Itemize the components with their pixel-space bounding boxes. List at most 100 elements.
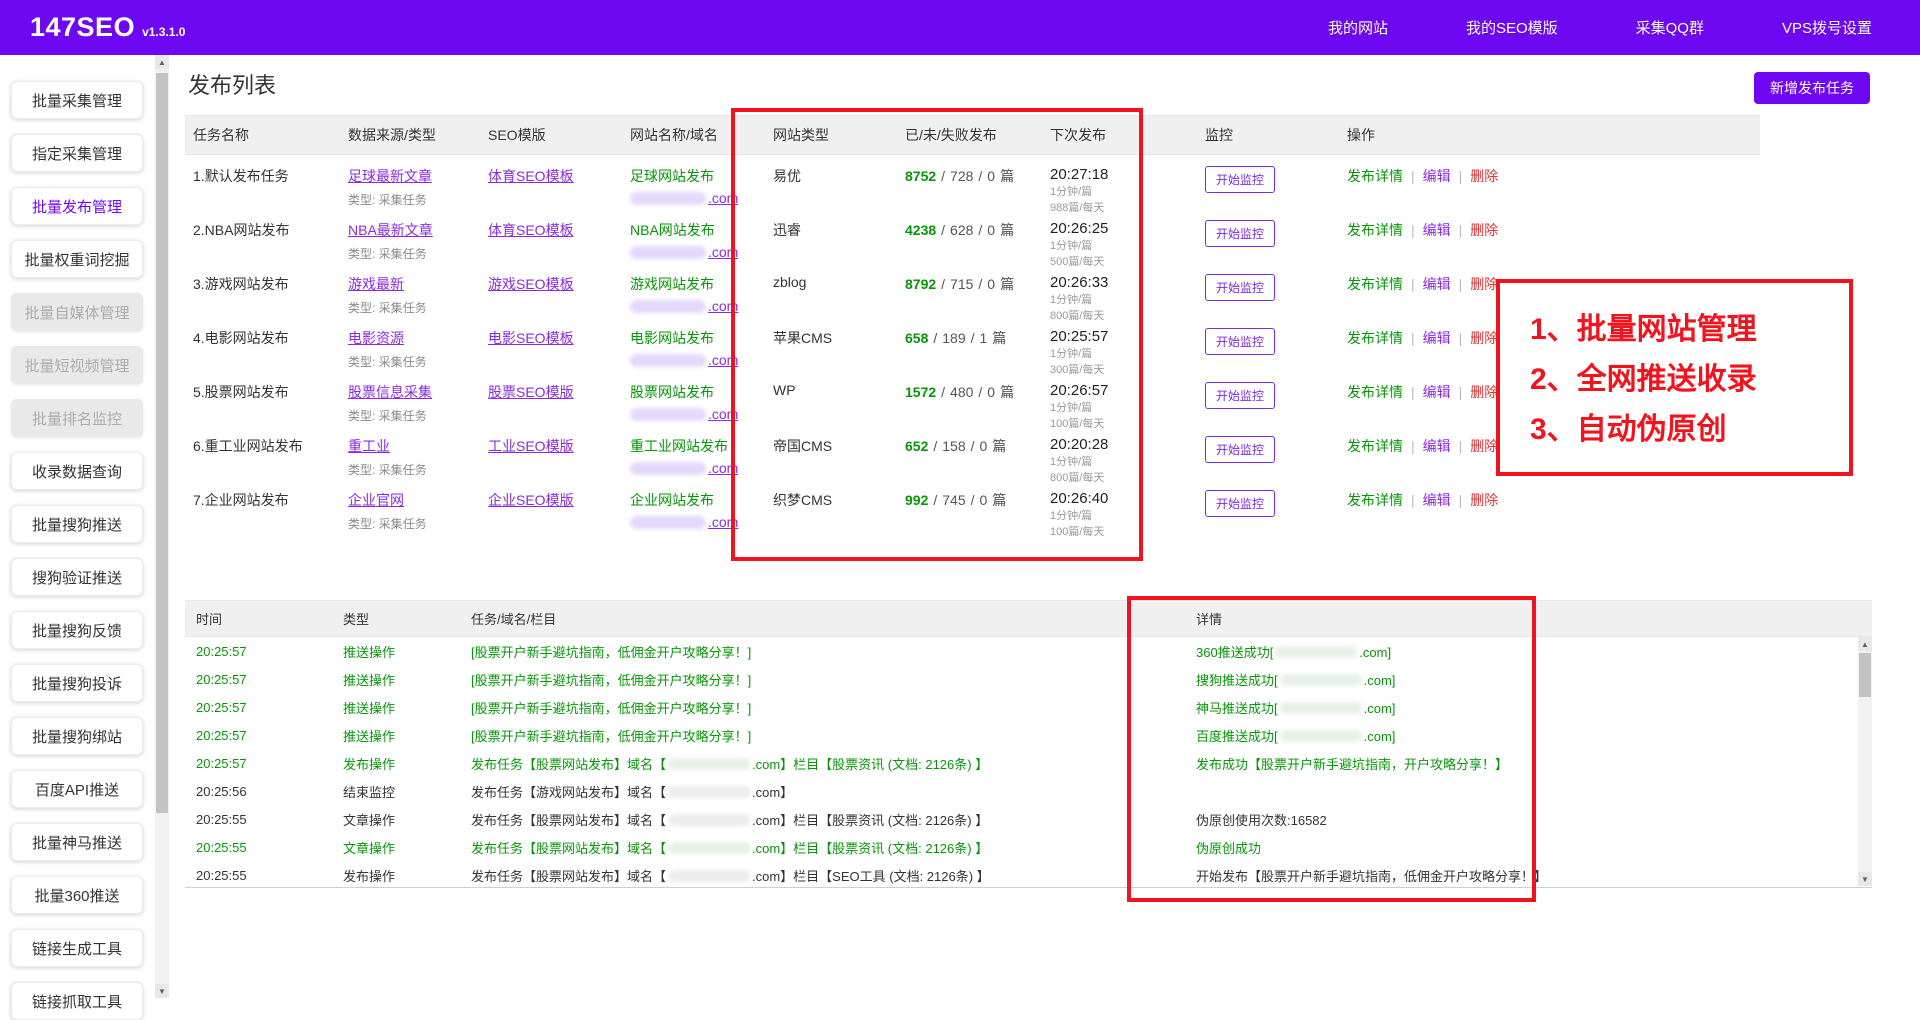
seo-template-link[interactable]: 体育SEO模板 <box>488 222 574 238</box>
sidebar-item-sogou-complaint[interactable]: 批量搜狗投诉 <box>11 664 143 702</box>
publish-details-link[interactable]: 发布详情 <box>1347 168 1403 184</box>
data-source-link[interactable]: 股票信息采集 <box>348 384 432 400</box>
log-row: 20:25:55 文章操作 发布任务【股票网站发布】域名【.com】栏目【股票资… <box>185 805 1872 833</box>
delete-link[interactable]: 删除 <box>1470 384 1498 400</box>
delete-link[interactable]: 删除 <box>1470 330 1498 346</box>
redacted-domain <box>630 354 706 367</box>
publish-details-link[interactable]: 发布详情 <box>1347 222 1403 238</box>
start-monitor-button[interactable]: 开始监控 <box>1205 436 1275 463</box>
sidebar-item-sogou-verify-push[interactable]: 搜狗验证推送 <box>11 558 143 596</box>
site-domain-link[interactable]: .com <box>630 190 757 206</box>
edit-link[interactable]: 编辑 <box>1423 384 1451 400</box>
log-row: 20:25:57 推送操作 [股票开户新手避坑指南，低佣金开户攻略分享！] 神马… <box>185 693 1872 721</box>
site-domain-link[interactable]: .com <box>630 514 757 530</box>
sidebar-item-keyword-mining[interactable]: 批量权重词挖掘 <box>11 240 143 278</box>
sidebar-item-index-query[interactable]: 收录数据查询 <box>11 452 143 490</box>
data-source-link[interactable]: 企业官网 <box>348 492 404 508</box>
sidebar-item-sogou-feedback[interactable]: 批量搜狗反馈 <box>11 611 143 649</box>
sidebar-item-baidu-api-push[interactable]: 百度API推送 <box>11 770 143 808</box>
publish-details-link[interactable]: 发布详情 <box>1347 438 1403 454</box>
next-publish: 20:26:571分钟/篇100篇/每天 <box>1042 371 1197 431</box>
scroll-down-icon[interactable]: ▼ <box>155 984 169 998</box>
scroll-up-icon[interactable]: ▲ <box>1858 637 1872 651</box>
sidebar-item-batch-publish[interactable]: 批量发布管理 <box>11 187 143 225</box>
site-domain-link[interactable]: .com <box>630 298 757 314</box>
redacted-domain <box>630 246 706 259</box>
data-source-link[interactable]: 游戏最新 <box>348 276 404 292</box>
site-name: 电影网站发布 <box>630 328 757 348</box>
edit-link[interactable]: 编辑 <box>1423 438 1451 454</box>
seo-template-link[interactable]: 游戏SEO模板 <box>488 276 574 292</box>
scroll-up-icon[interactable]: ▲ <box>155 55 169 69</box>
start-monitor-button[interactable]: 开始监控 <box>1205 274 1275 301</box>
sidebar-item-sogou-bind[interactable]: 批量搜狗绑站 <box>11 717 143 755</box>
nav-my-websites[interactable]: 我的网站 <box>1318 10 1398 45</box>
seo-template-link[interactable]: 电影SEO模板 <box>488 330 574 346</box>
sidebar-item-shenma-push[interactable]: 批量神马推送 <box>11 823 143 861</box>
sidebar-item-batch-collect[interactable]: 批量采集管理 <box>11 81 143 119</box>
next-publish: 20:27:181分钟/篇988篇/每天 <box>1042 155 1197 215</box>
next-publish: 20:26:251分钟/篇500篇/每天 <box>1042 209 1197 269</box>
scroll-down-icon[interactable]: ▼ <box>1858 872 1872 886</box>
data-source-link[interactable]: 重工业 <box>348 438 390 454</box>
seo-template-link[interactable]: 体育SEO模板 <box>488 168 574 184</box>
delete-link[interactable]: 删除 <box>1470 438 1498 454</box>
start-monitor-button[interactable]: 开始监控 <box>1205 490 1275 517</box>
log-scrollbar-thumb[interactable] <box>1859 653 1871 697</box>
redacted-domain <box>1280 730 1362 742</box>
col-data-source: 数据来源/类型 <box>340 125 480 145</box>
publish-details-link[interactable]: 发布详情 <box>1347 384 1403 400</box>
start-monitor-button[interactable]: 开始监控 <box>1205 220 1275 247</box>
data-source-link[interactable]: 电影资源 <box>348 330 404 346</box>
table-row: 2.NBA网站发布 NBA最新文章类型: 采集任务 体育SEO模板 NBA网站发… <box>185 209 1760 263</box>
data-source-link[interactable]: 足球最新文章 <box>348 168 432 184</box>
edit-link[interactable]: 编辑 <box>1423 330 1451 346</box>
publish-details-link[interactable]: 发布详情 <box>1347 492 1403 508</box>
nav-vps-dial-settings[interactable]: VPS拨号设置 <box>1772 10 1882 45</box>
log-time: 20:25:56 <box>185 784 332 799</box>
site-domain-link[interactable]: .com <box>630 460 757 476</box>
delete-link[interactable]: 删除 <box>1470 168 1498 184</box>
sidebar-item-rank-monitor: 批量排名监控 <box>11 399 143 437</box>
edit-link[interactable]: 编辑 <box>1423 168 1451 184</box>
nav-my-seo-templates[interactable]: 我的SEO模版 <box>1456 10 1568 45</box>
start-monitor-button[interactable]: 开始监控 <box>1205 166 1275 193</box>
sidebar-item-360-push[interactable]: 批量360推送 <box>11 876 143 914</box>
site-type: WP <box>765 371 897 431</box>
start-monitor-button[interactable]: 开始监控 <box>1205 382 1275 409</box>
delete-link[interactable]: 删除 <box>1470 222 1498 238</box>
delete-link[interactable]: 删除 <box>1470 276 1498 292</box>
publish-details-link[interactable]: 发布详情 <box>1347 276 1403 292</box>
col-time: 时间 <box>185 609 332 628</box>
delete-link[interactable]: 删除 <box>1470 492 1498 508</box>
sidebar-item-link-generate[interactable]: 链接生成工具 <box>11 929 143 967</box>
add-publish-task-button[interactable]: 新增发布任务 <box>1754 72 1870 104</box>
site-domain-link[interactable]: .com <box>630 244 757 260</box>
log-type: 文章操作 <box>332 838 460 857</box>
sidebar-scrollbar-thumb[interactable] <box>156 73 168 813</box>
edit-link[interactable]: 编辑 <box>1423 492 1451 508</box>
seo-template-link[interactable]: 股票SEO模版 <box>488 384 574 400</box>
sidebar-scrollbar[interactable]: ▲ ▼ <box>155 55 169 998</box>
publish-details-link[interactable]: 发布详情 <box>1347 330 1403 346</box>
site-name: 重工业网站发布 <box>630 436 757 456</box>
sidebar-item-specified-collect[interactable]: 指定采集管理 <box>11 134 143 172</box>
nav-qq-group[interactable]: 采集QQ群 <box>1626 10 1714 45</box>
start-monitor-button[interactable]: 开始监控 <box>1205 328 1275 355</box>
log-row: 20:25:56 结束监控 发布任务【游戏网站发布】域名【.com】 <box>185 777 1872 805</box>
page-title: 发布列表 <box>188 68 276 100</box>
edit-link[interactable]: 编辑 <box>1423 222 1451 238</box>
log-task: [股票开户新手避坑指南，低佣金开户攻略分享！] <box>460 670 1170 689</box>
site-domain-link[interactable]: .com <box>630 352 757 368</box>
data-source-link[interactable]: NBA最新文章 <box>348 222 433 238</box>
log-scrollbar[interactable]: ▲ ▼ <box>1858 637 1872 886</box>
sidebar-item-link-grab[interactable]: 链接抓取工具 <box>11 982 143 1020</box>
publish-counts: 4238/628/0篇 <box>897 209 1042 269</box>
sidebar-item-sogou-push[interactable]: 批量搜狗推送 <box>11 505 143 543</box>
site-domain-link[interactable]: .com <box>630 406 757 422</box>
log-type: 发布操作 <box>332 754 460 773</box>
seo-template-link[interactable]: 工业SEO模版 <box>488 438 574 454</box>
task-type-label: 类型: 采集任务 <box>348 461 472 478</box>
seo-template-link[interactable]: 企业SEO模版 <box>488 492 574 508</box>
edit-link[interactable]: 编辑 <box>1423 276 1451 292</box>
